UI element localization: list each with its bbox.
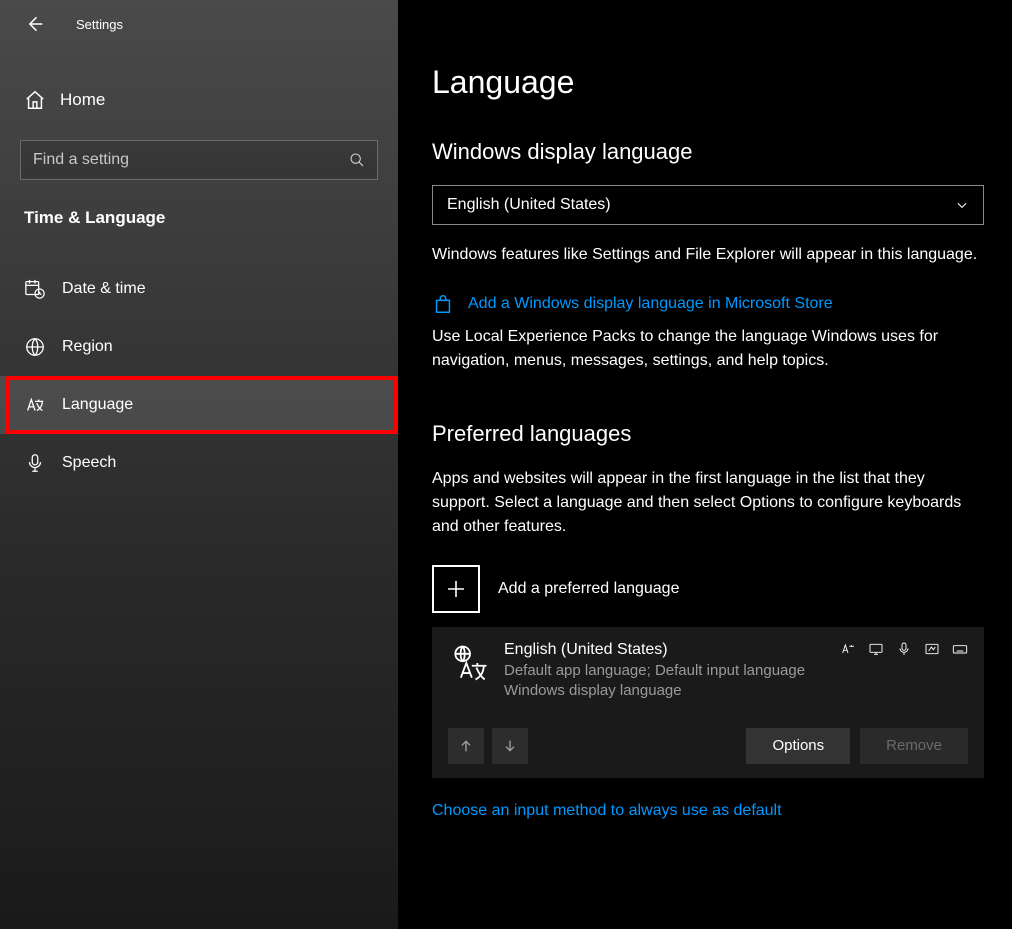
move-down-button[interactable] <box>492 728 528 764</box>
globe-icon <box>24 336 46 358</box>
content-pane: Language Windows display language Englis… <box>398 0 1012 929</box>
back-button[interactable] <box>24 14 44 34</box>
sidebar: Settings Home Time & Language <box>0 0 398 929</box>
language-card[interactable]: English (United States) Default app lang… <box>432 627 984 778</box>
chevron-down-icon <box>955 198 969 212</box>
store-desc: Use Local Experience Packs to change the… <box>432 325 982 373</box>
text-to-speech-icon <box>840 641 856 657</box>
sidebar-item-label: Region <box>62 338 113 356</box>
display-icon <box>868 641 884 657</box>
plus-icon <box>432 565 480 613</box>
store-link[interactable]: Add a Windows display language in Micros… <box>468 295 833 313</box>
search-input[interactable] <box>33 151 349 169</box>
language-feature-icons <box>840 641 968 702</box>
search-box[interactable] <box>20 140 378 180</box>
sidebar-item-language[interactable]: Language <box>0 376 398 434</box>
keyboard-icon <box>952 641 968 657</box>
sidebar-item-label: Speech <box>62 454 116 472</box>
sidebar-item-region[interactable]: Region <box>0 318 398 376</box>
preferred-languages-desc: Apps and websites will appear in the fir… <box>432 467 982 539</box>
microphone-icon <box>24 452 46 474</box>
calendar-clock-icon <box>24 278 46 300</box>
sidebar-item-date-time[interactable]: Date & time <box>0 260 398 318</box>
move-up-button[interactable] <box>448 728 484 764</box>
home-nav[interactable]: Home <box>0 72 398 128</box>
add-language-label: Add a preferred language <box>498 580 679 598</box>
dropdown-value: English (United States) <box>447 196 611 214</box>
input-method-link[interactable]: Choose an input method to always use as … <box>432 802 782 819</box>
language-icon <box>24 394 46 416</box>
home-label: Home <box>60 90 105 110</box>
remove-button: Remove <box>860 728 968 764</box>
language-sub1: Default app language; Default input lang… <box>504 661 840 681</box>
window-title: Settings <box>76 17 123 32</box>
display-language-desc: Windows features like Settings and File … <box>432 243 982 267</box>
sidebar-item-label: Date & time <box>62 280 146 298</box>
category-header: Time & Language <box>0 180 398 236</box>
page-title: Language <box>432 64 988 101</box>
language-name: English (United States) <box>504 641 840 659</box>
search-icon <box>349 152 365 168</box>
sidebar-item-speech[interactable]: Speech <box>0 434 398 492</box>
display-language-dropdown[interactable]: English (United States) <box>432 185 984 225</box>
handwriting-icon <box>924 641 940 657</box>
preferred-languages-heading: Preferred languages <box>432 421 988 447</box>
options-button[interactable]: Options <box>746 728 850 764</box>
language-sub2: Windows display language <box>504 681 840 701</box>
store-bag-icon <box>432 293 454 315</box>
speech-icon <box>896 641 912 657</box>
display-language-heading: Windows display language <box>432 139 988 165</box>
sidebar-item-label: Language <box>62 396 133 414</box>
language-glyph-icon <box>448 641 492 685</box>
nav-list: Date & time Region Language <box>0 260 398 492</box>
titlebar: Settings <box>0 0 398 48</box>
home-icon <box>24 89 46 111</box>
store-link-row[interactable]: Add a Windows display language in Micros… <box>432 293 988 315</box>
add-language-button[interactable]: Add a preferred language <box>432 565 988 613</box>
